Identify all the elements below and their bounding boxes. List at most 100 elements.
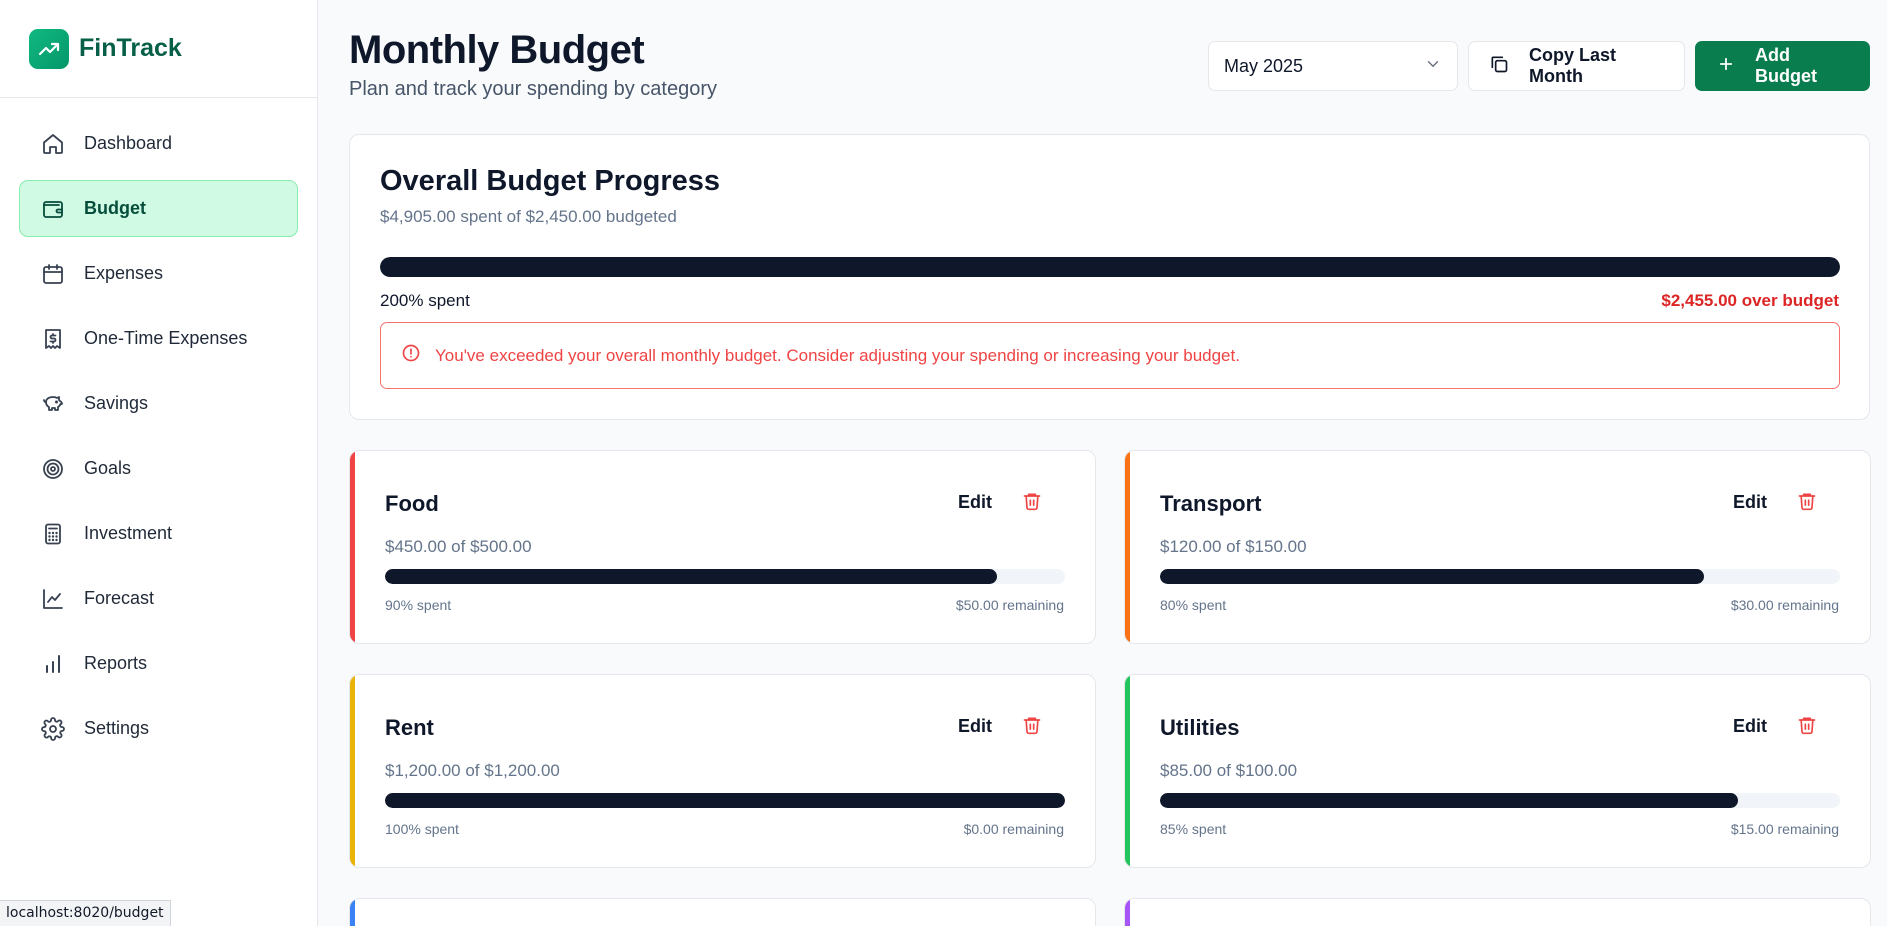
category-progress-bar <box>1160 793 1840 808</box>
gear-icon <box>40 716 66 742</box>
category-progress-fill <box>1160 569 1704 584</box>
category-progress-bar <box>385 793 1065 808</box>
category-progress-bar <box>1160 569 1840 584</box>
sidebar-item-label: Reports <box>84 653 148 673</box>
wallet-icon <box>40 196 66 222</box>
add-budget-label: Add Budget <box>1755 45 1817 86</box>
overall-summary: $4,905.00 spent of $2,450.00 budgeted <box>380 207 677 226</box>
budget-card-partial <box>349 898 1096 926</box>
brand-name: FinTrack <box>79 34 182 62</box>
sidebar-item-goals[interactable]: Goals <box>19 440 298 497</box>
sidebar-item-label: Forecast <box>84 588 155 608</box>
category-name: Food <box>385 491 439 516</box>
edit-button[interactable]: Edit <box>958 492 992 513</box>
category-amount: $450.00 of $500.00 <box>385 537 532 556</box>
overall-progress-fill <box>380 257 1840 277</box>
category-color-stripe <box>350 899 355 926</box>
overall-title: Overall Budget Progress <box>380 165 721 197</box>
sidebar-item-label: Goals <box>84 458 132 478</box>
sidebar-item-label: Budget <box>84 198 146 218</box>
budget-card-food: Food Edit $450.00 of $500.00 90% spent $… <box>349 450 1096 644</box>
category-name: Rent <box>385 715 434 740</box>
budget-card-utilities: Utilities Edit $85.00 of $100.00 85% spe… <box>1124 674 1871 868</box>
calculator-icon <box>40 521 66 547</box>
trending-up-icon <box>29 28 69 69</box>
category-amount: $120.00 of $150.00 <box>1160 537 1307 556</box>
category-amount: $85.00 of $100.00 <box>1160 761 1298 780</box>
page-title: Monthly Budget <box>349 28 645 72</box>
sidebar-item-label: Settings <box>84 718 150 738</box>
category-amount: $1,200.00 of $1,200.00 <box>385 761 560 780</box>
category-color-stripe <box>350 451 355 643</box>
copy-last-month-label: Copy Last Month <box>1529 45 1617 86</box>
sidebar-item-settings[interactable]: Settings <box>19 700 298 757</box>
overall-progress-bar <box>380 257 1840 277</box>
add-budget-button[interactable]: Add Budget <box>1695 41 1870 91</box>
receipt-dollar-icon <box>40 326 66 352</box>
chevron-down-icon <box>1424 55 1442 78</box>
category-progress-bar <box>385 569 1065 584</box>
budget-card-partial <box>1124 898 1871 926</box>
piggy-bank-icon <box>40 391 66 417</box>
category-percent: 85% spent <box>1160 821 1227 837</box>
copy-icon <box>1489 54 1509 79</box>
month-select[interactable]: May 2025 <box>1208 41 1458 91</box>
sidebar-item-forecast[interactable]: Forecast <box>19 570 298 627</box>
page-header: Monthly Budget Plan and track your spend… <box>349 0 1870 134</box>
category-color-stripe <box>1125 451 1130 643</box>
category-color-stripe <box>350 675 355 867</box>
category-percent: 100% spent <box>385 821 459 837</box>
category-progress-fill <box>385 793 1065 808</box>
alert-circle-icon <box>401 343 421 368</box>
sidebar-item-dashboard[interactable]: Dashboard <box>19 115 298 172</box>
trash-icon[interactable] <box>1022 715 1042 740</box>
copy-last-month-button[interactable]: Copy Last Month <box>1468 41 1685 91</box>
sidebar-item-expenses[interactable]: Expenses <box>19 245 298 302</box>
sidebar-item-label: Savings <box>84 393 149 413</box>
overall-budget-card: Overall Budget Progress $4,905.00 spent … <box>349 134 1870 420</box>
sidebar-item-budget[interactable]: Budget <box>19 180 298 237</box>
trash-icon[interactable] <box>1797 491 1817 516</box>
trash-icon[interactable] <box>1797 715 1817 740</box>
trash-icon[interactable] <box>1022 491 1042 516</box>
over-budget-amount: $2,455.00 over budget <box>1661 291 1839 310</box>
edit-button[interactable]: Edit <box>958 716 992 737</box>
target-icon <box>40 456 66 482</box>
category-remaining: $30.00 remaining <box>1730 597 1839 613</box>
status-bar-url: localhost:8020/budget <box>0 900 171 926</box>
sidebar-item-savings[interactable]: Savings <box>19 375 298 432</box>
category-name: Transport <box>1160 491 1262 516</box>
home-icon <box>40 131 66 157</box>
month-select-value: May 2025 <box>1224 55 1304 76</box>
sidebar-item-investment[interactable]: Investment <box>19 505 298 562</box>
budget-card-transport: Transport Edit $120.00 of $150.00 80% sp… <box>1124 450 1871 644</box>
category-remaining: $15.00 remaining <box>1730 821 1839 837</box>
edit-button[interactable]: Edit <box>1733 492 1767 513</box>
overall-percent: 200% spent <box>380 291 470 310</box>
sidebar-item-label: Dashboard <box>84 133 173 153</box>
plus-icon <box>1717 55 1735 78</box>
brand[interactable]: FinTrack <box>0 0 317 98</box>
category-color-stripe <box>1125 899 1130 926</box>
category-progress-fill <box>1160 793 1738 808</box>
page-subtitle: Plan and track your spending by category <box>349 78 717 100</box>
sidebar-item-label: Investment <box>84 523 173 543</box>
category-remaining: $50.00 remaining <box>955 597 1064 613</box>
main-content: Monthly Budget Plan and track your spend… <box>349 0 1871 926</box>
category-percent: 90% spent <box>385 597 452 613</box>
sidebar-item-label: One-Time Expenses <box>84 328 248 348</box>
category-percent: 80% spent <box>1160 597 1227 613</box>
sidebar-item-label: Expenses <box>84 263 164 283</box>
category-name: Utilities <box>1160 715 1240 740</box>
sidebar-item-reports[interactable]: Reports <box>19 635 298 692</box>
alert-message: You've exceeded your overall monthly bud… <box>435 345 1240 365</box>
sidebar: FinTrack Dashboard Budget Expenses One-T… <box>0 0 318 926</box>
category-color-stripe <box>1125 675 1130 867</box>
budget-card-rent: Rent Edit $1,200.00 of $1,200.00 100% sp… <box>349 674 1096 868</box>
sidebar-nav: Dashboard Budget Expenses One-Time Expen… <box>0 98 317 782</box>
over-budget-alert: You've exceeded your overall monthly bud… <box>380 322 1840 389</box>
category-remaining: $0.00 remaining <box>963 821 1064 837</box>
edit-button[interactable]: Edit <box>1733 716 1767 737</box>
category-progress-fill <box>385 569 997 584</box>
sidebar-item-one-time-expenses[interactable]: One-Time Expenses <box>19 310 298 367</box>
